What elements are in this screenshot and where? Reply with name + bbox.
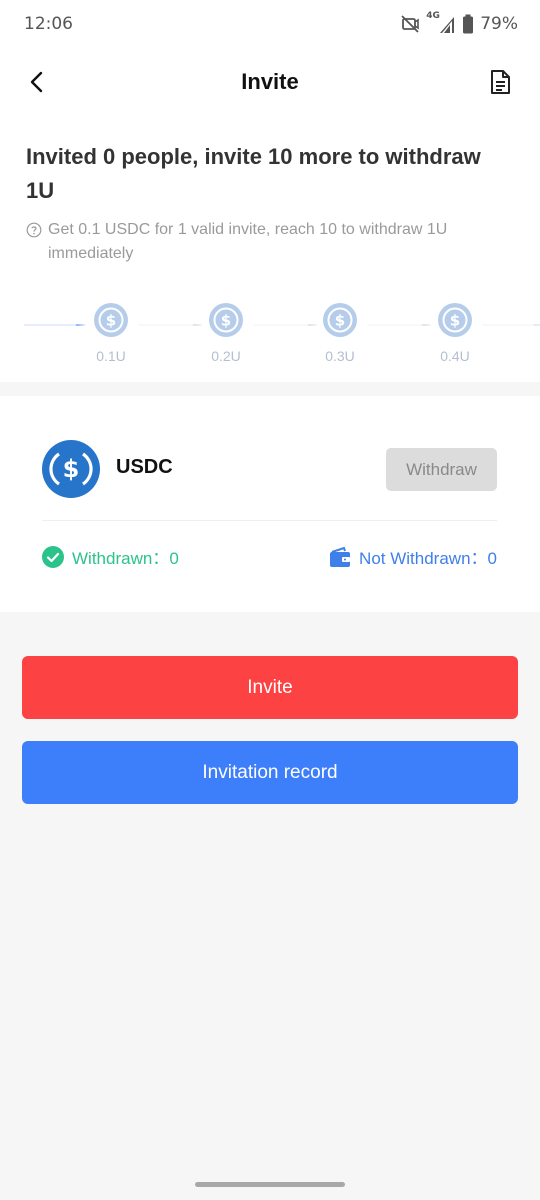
svg-text:$: $ — [221, 312, 231, 330]
step-coin-icon-1: $ — [94, 303, 128, 337]
step-coin-icon-2: $ — [209, 303, 243, 337]
wallet-card: $ USDC Withdraw Withdrawn：0 Not Withdraw… — [0, 396, 540, 612]
document-icon[interactable] — [486, 68, 514, 96]
battery-level: 79% — [480, 14, 518, 34]
progress-line-4 — [367, 324, 431, 326]
invite-button[interactable]: Invite — [22, 656, 518, 719]
step-label-1: 0.1U — [96, 348, 126, 364]
coin-name: USDC — [116, 456, 173, 478]
status-icons: 4G 79% — [400, 11, 518, 35]
invitation-record-button[interactable]: Invitation record — [22, 741, 518, 804]
status-time: 12:06 — [24, 14, 73, 34]
withdraw-button[interactable]: Withdraw — [386, 448, 497, 491]
step-label-4: 0.4U — [440, 348, 470, 364]
question-circle-icon[interactable] — [26, 222, 42, 238]
status-bar: 12:06 4G 79% — [0, 0, 540, 48]
chevron-left-icon[interactable] — [24, 68, 52, 96]
nav-bar: Invite — [0, 48, 540, 116]
battery-icon — [463, 14, 474, 34]
progress-line-3 — [253, 324, 317, 326]
step-coin-icon-4: $ — [438, 303, 472, 337]
invite-summary-section: Invited 0 people, invite 10 more to with… — [0, 116, 540, 382]
home-indicator[interactable] — [195, 1182, 345, 1187]
progress-line-start — [24, 324, 86, 326]
signal-icon: 4G — [426, 11, 456, 35]
step-label-2: 0.2U — [211, 348, 241, 364]
step-coin-icon-3: $ — [323, 303, 357, 337]
page-title: Invite — [241, 69, 299, 94]
usdc-logo-icon: $ — [42, 440, 100, 498]
mute-icon — [401, 15, 420, 33]
check-circle-icon — [42, 545, 64, 568]
withdrawn-value: 0 — [169, 549, 179, 568]
svg-text:$: $ — [106, 312, 116, 330]
step-label-3: 0.3U — [325, 348, 355, 364]
wallet-icon — [330, 546, 351, 567]
withdrawn-stat: Withdrawn：0 — [42, 544, 179, 569]
svg-text:$: $ — [335, 312, 345, 330]
card-divider — [42, 520, 497, 521]
svg-text:$: $ — [450, 312, 460, 330]
not-withdrawn-label: Not Withdrawn： — [359, 549, 488, 568]
not-withdrawn-value: 0 — [487, 549, 497, 568]
svg-text:$: $ — [63, 455, 80, 483]
withdrawn-label: Withdrawn： — [72, 549, 170, 568]
hint-text: Get 0.1 USDC for 1 valid invite, reach 1… — [48, 221, 448, 262]
progress-line-end — [482, 324, 540, 326]
invite-headline: Invited 0 people, invite 10 more to with… — [26, 144, 481, 203]
invite-hint: Get 0.1 USDC for 1 valid invite, reach 1… — [26, 218, 506, 266]
progress-line-2 — [138, 324, 202, 326]
not-withdrawn-stat: Not Withdrawn：0 — [329, 544, 497, 569]
